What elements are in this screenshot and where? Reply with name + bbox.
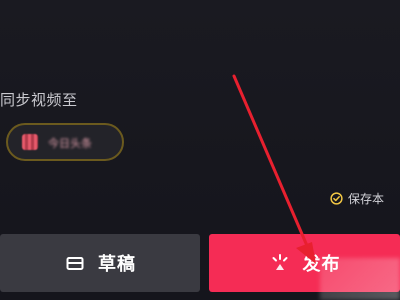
sync-app-chip[interactable]: 今日头条 (6, 123, 124, 161)
draft-box-icon (66, 257, 84, 270)
sync-app-label: 今日头条 (48, 137, 92, 150)
save-local-label: 保存本 (348, 192, 385, 206)
watermark (320, 258, 400, 300)
check-circle-icon (330, 192, 343, 205)
sparkle-icon (272, 254, 287, 270)
save-local-checkbox[interactable]: 保存本 (330, 190, 384, 207)
draft-label: 草稿 (98, 254, 136, 275)
app-icon (22, 134, 38, 150)
sync-to-label: 同步视频至 (0, 91, 78, 109)
draft-button[interactable]: 草稿 (0, 234, 200, 292)
publish-screen: 同步视频至 今日头条 保存本 草稿 发布 (0, 0, 400, 300)
